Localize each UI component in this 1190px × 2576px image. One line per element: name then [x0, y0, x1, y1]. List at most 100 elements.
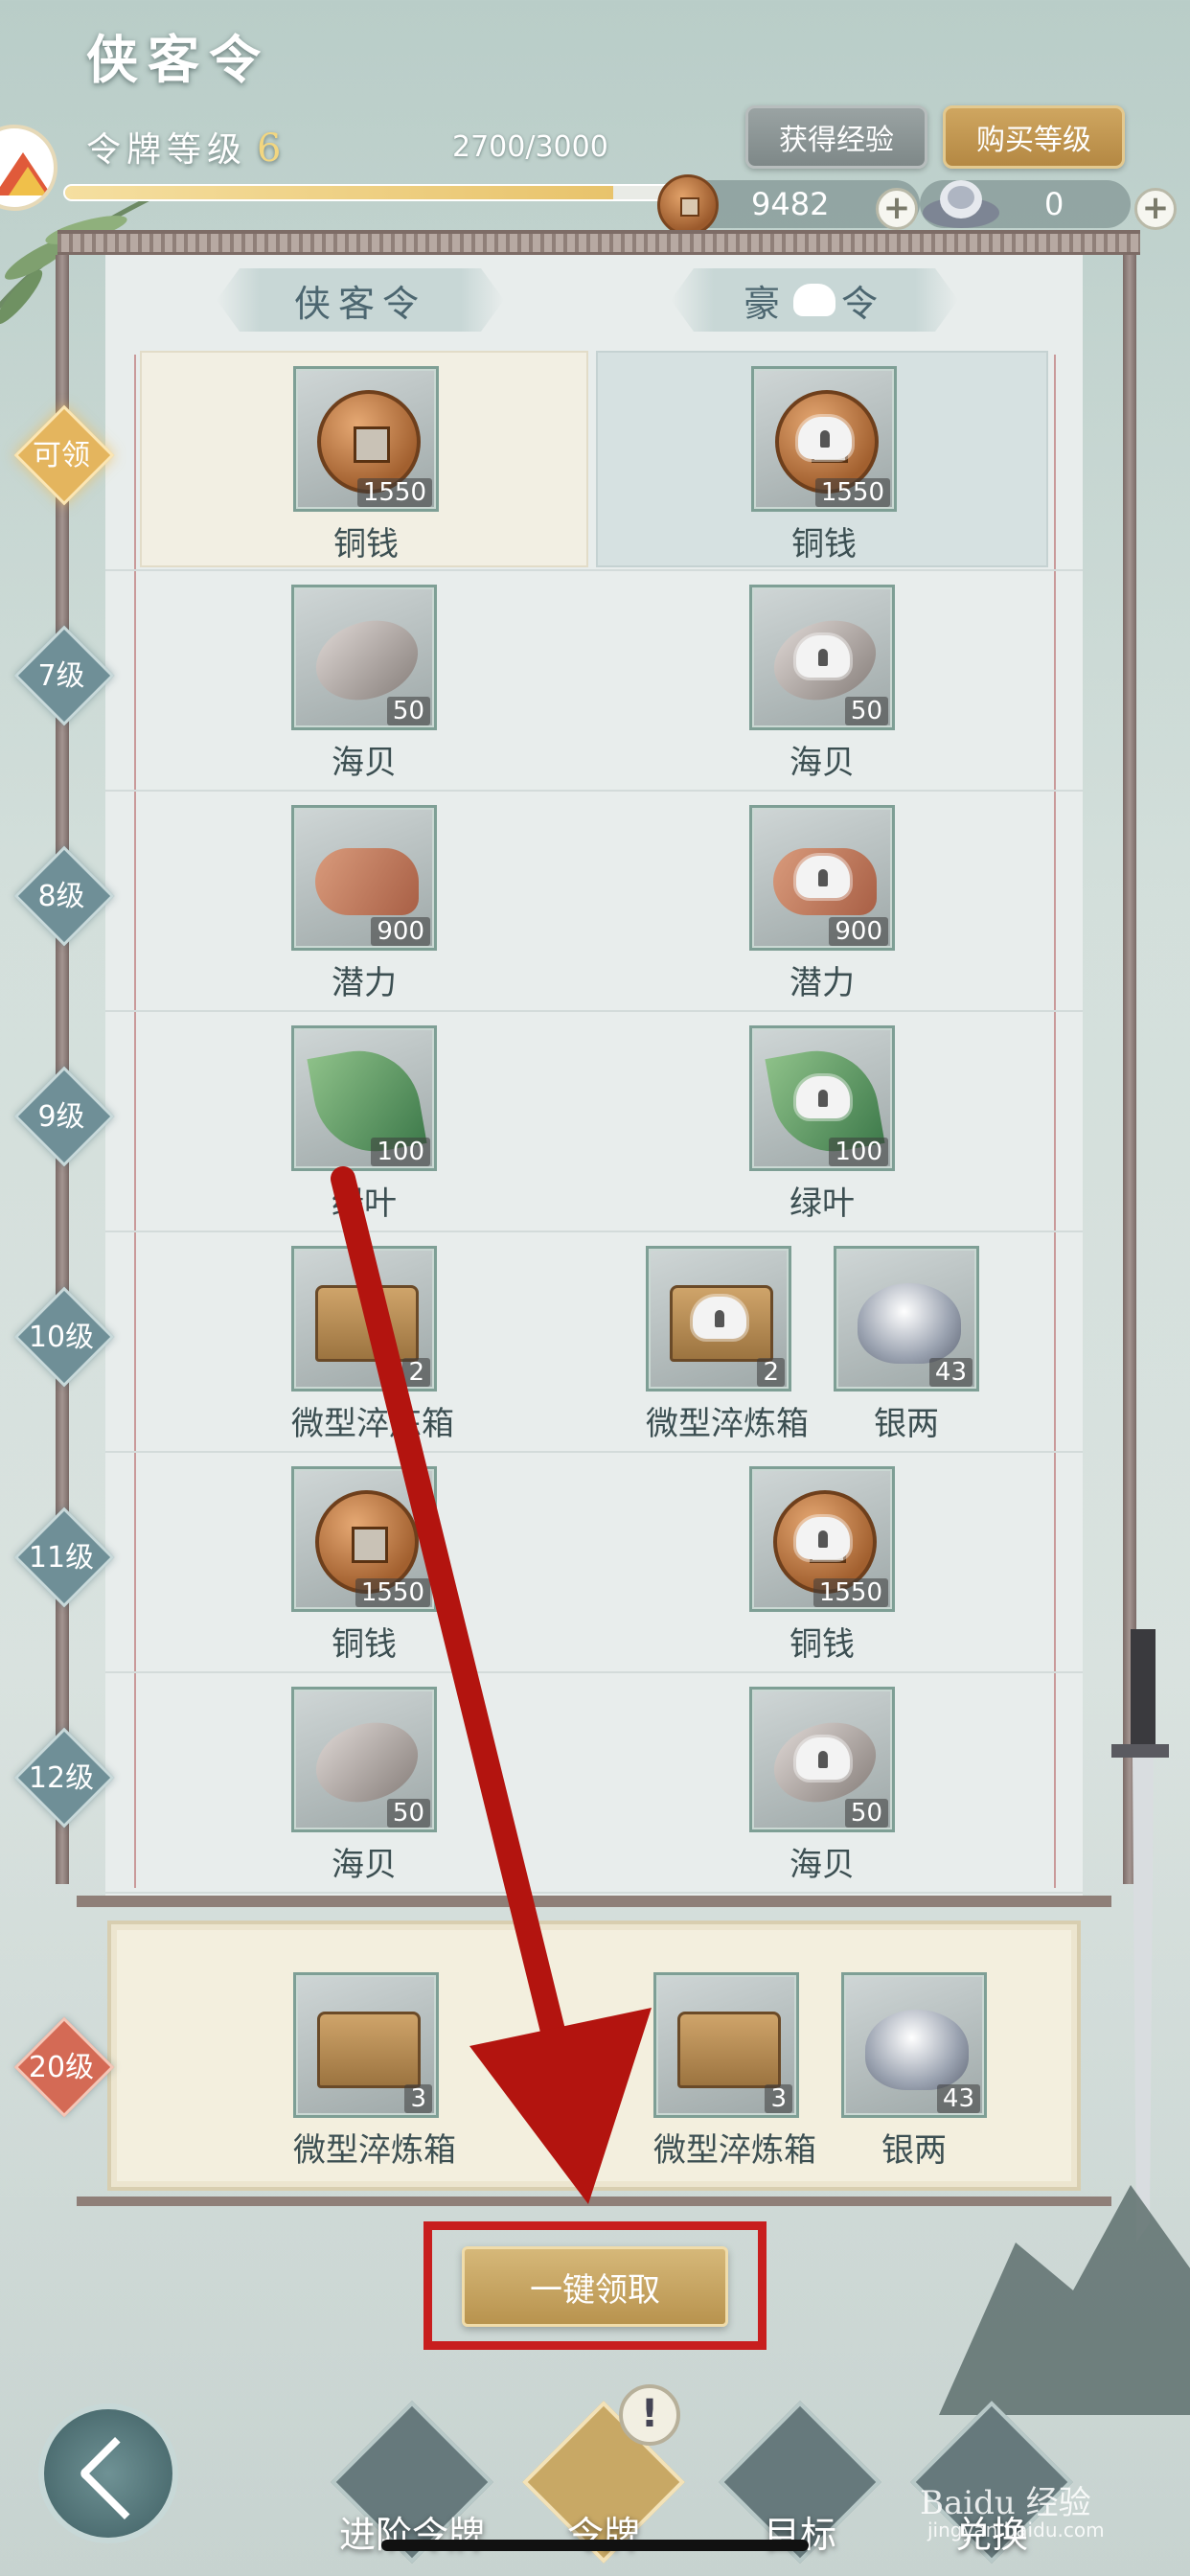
reward-rows: 1550 铜钱 1550 铜钱 50 海贝 50 海贝 900 潜力 900 潜力 100 绿叶 100 绿叶…	[105, 351, 1083, 1894]
nav-target[interactable]: 目标	[719, 2401, 881, 2564]
reward-item-box[interactable]: 2	[646, 1246, 791, 1392]
chest-icon	[677, 2012, 781, 2088]
free-reward-cell[interactable]: 1550 铜钱	[140, 1453, 588, 1669]
reward-item[interactable]: 900 潜力	[749, 805, 895, 1003]
reward-item-count: 100	[371, 1138, 430, 1166]
premium-reward-cell[interactable]: 50 海贝	[596, 1673, 1048, 1890]
premium-reward-cell[interactable]: 100 绿叶	[596, 1012, 1048, 1229]
chest-icon	[315, 1285, 419, 1362]
reward-item-name: 潜力	[790, 964, 855, 1002]
level-badge: 8级	[17, 849, 105, 937]
exp-progress-bar	[63, 184, 676, 201]
column-header-free: 侠客令	[217, 268, 504, 332]
reward-item-box[interactable]: 50	[291, 585, 437, 730]
reward-item[interactable]: 50 海贝	[291, 585, 437, 783]
buy-level-button[interactable]: 购买等级	[943, 105, 1125, 169]
reward-item-box[interactable]: 2	[291, 1246, 437, 1392]
lock-icon	[796, 1737, 850, 1780]
arm-icon	[315, 848, 419, 915]
reward-item[interactable]: 50 海贝	[291, 1687, 437, 1885]
reward-item-box[interactable]: 900	[749, 805, 895, 951]
free-reward-cell[interactable]: 50 海贝	[140, 1673, 588, 1890]
free-reward-cell[interactable]: 1550 铜钱	[140, 351, 588, 567]
lock-icon	[693, 1297, 746, 1339]
reward-item-box[interactable]: 50	[749, 1687, 895, 1832]
reward-item-box[interactable]: 1550	[751, 366, 897, 512]
reward-item-name: 铜钱	[791, 525, 857, 564]
level-badge-text: 11级	[28, 1541, 95, 1575]
free-reward-cell[interactable]: 100 绿叶	[140, 1012, 588, 1229]
reward-item[interactable]: 1550 铜钱	[293, 366, 439, 564]
reward-item-box[interactable]: 3	[653, 1972, 799, 2118]
reward-item[interactable]: 3 微型淬炼箱	[653, 1972, 816, 2171]
reward-item-box[interactable]: 1550	[291, 1466, 437, 1612]
reward-item[interactable]: 2 微型淬炼箱	[646, 1246, 809, 1444]
reward-item[interactable]: 2 微型淬炼箱	[291, 1246, 454, 1444]
reward-item-count: 900	[371, 917, 430, 946]
level-badge: 7级	[17, 629, 105, 717]
lock-icon	[796, 1076, 850, 1118]
reward-item[interactable]: 1550 铜钱	[291, 1466, 437, 1665]
home-indicator	[381, 2540, 809, 2551]
nav-token[interactable]: 令牌	[522, 2401, 685, 2564]
final-reward-rod-top	[77, 1896, 1111, 1907]
level-badge: 可领	[17, 408, 105, 496]
add-silver-button[interactable]: +	[1134, 188, 1177, 230]
reward-item-box[interactable]: 900	[291, 805, 437, 951]
free-reward-cell[interactable]: 2 微型淬炼箱	[140, 1232, 588, 1449]
reward-item[interactable]: 1550 铜钱	[749, 1466, 895, 1665]
reward-row: 1550 铜钱 1550 铜钱	[105, 351, 1083, 571]
reward-item[interactable]: 50 海贝	[749, 1687, 895, 1885]
level-badge: 9级	[17, 1070, 105, 1158]
reward-item-count: 3	[765, 2084, 792, 2113]
token-level-value: 6	[257, 126, 287, 171]
level-badge-text: 7级	[37, 659, 85, 693]
add-coin-button[interactable]: +	[876, 188, 918, 230]
reward-item-count: 2	[757, 1358, 785, 1387]
reward-item-box[interactable]: 3	[293, 1972, 439, 2118]
chest-icon	[317, 2012, 421, 2088]
reward-item-box[interactable]: 1550	[293, 366, 439, 512]
reward-item-box[interactable]: 100	[291, 1025, 437, 1171]
premium-reward-cell[interactable]: 50 海贝	[596, 571, 1048, 788]
reward-item[interactable]: 100 绿叶	[291, 1025, 437, 1224]
level-badge-text: 10级	[28, 1321, 95, 1354]
reward-item-name: 铜钱	[333, 525, 399, 564]
level-badge-text: 可领	[33, 439, 90, 472]
premium-reward-cell[interactable]: 1550 铜钱	[596, 1453, 1048, 1669]
nav-advanced-token[interactable]: 进阶令牌	[331, 2401, 493, 2564]
back-button[interactable]	[38, 2404, 178, 2543]
reward-item-name: 绿叶	[790, 1184, 855, 1223]
free-reward-cell[interactable]: 50 海贝	[140, 571, 588, 788]
reward-item-name: 海贝	[790, 1846, 855, 1884]
reward-item-box[interactable]: 50	[291, 1687, 437, 1832]
reward-row: 1550 铜钱 1550 铜钱	[105, 1453, 1083, 1673]
premium-reward-cell[interactable]: 900 潜力	[596, 792, 1048, 1008]
reward-item-box[interactable]: 1550	[749, 1466, 895, 1612]
reward-item[interactable]: 900 潜力	[291, 805, 437, 1003]
reward-item[interactable]: 3 微型淬炼箱	[293, 1972, 456, 2171]
reward-row: 50 海贝 50 海贝	[105, 1673, 1083, 1894]
reward-item-box[interactable]: 100	[749, 1025, 895, 1171]
free-reward-cell[interactable]: 900 潜力	[140, 792, 588, 1008]
reward-item-name: 铜钱	[332, 1625, 397, 1664]
reward-item-count: 1550	[355, 1578, 430, 1607]
get-exp-button[interactable]: 获得经验	[745, 105, 927, 169]
premium-reward-cell[interactable]: 1550 铜钱	[596, 351, 1048, 567]
reward-item[interactable]: 100 绿叶	[749, 1025, 895, 1224]
premium-reward-cell[interactable]: 2 微型淬炼箱 43 银两	[596, 1232, 1048, 1449]
reward-item-count: 43	[928, 1358, 973, 1387]
reward-item[interactable]: 43 银两	[834, 1246, 979, 1444]
level-badge: 11级	[17, 1510, 105, 1598]
level-badge-final: 20级	[17, 2020, 105, 2108]
reward-item[interactable]: 1550 铜钱	[751, 366, 897, 564]
level-badge: 10级	[17, 1290, 105, 1378]
alert-icon: !	[619, 2384, 680, 2446]
reward-item-box[interactable]: 43	[841, 1972, 987, 2118]
reward-item-box[interactable]: 43	[834, 1246, 979, 1392]
reward-item[interactable]: 50 海贝	[749, 585, 895, 783]
reward-item-box[interactable]: 50	[749, 585, 895, 730]
page-title: 侠客令	[86, 29, 270, 90]
level-badge: 12级	[17, 1731, 105, 1819]
lock-icon	[796, 635, 850, 678]
